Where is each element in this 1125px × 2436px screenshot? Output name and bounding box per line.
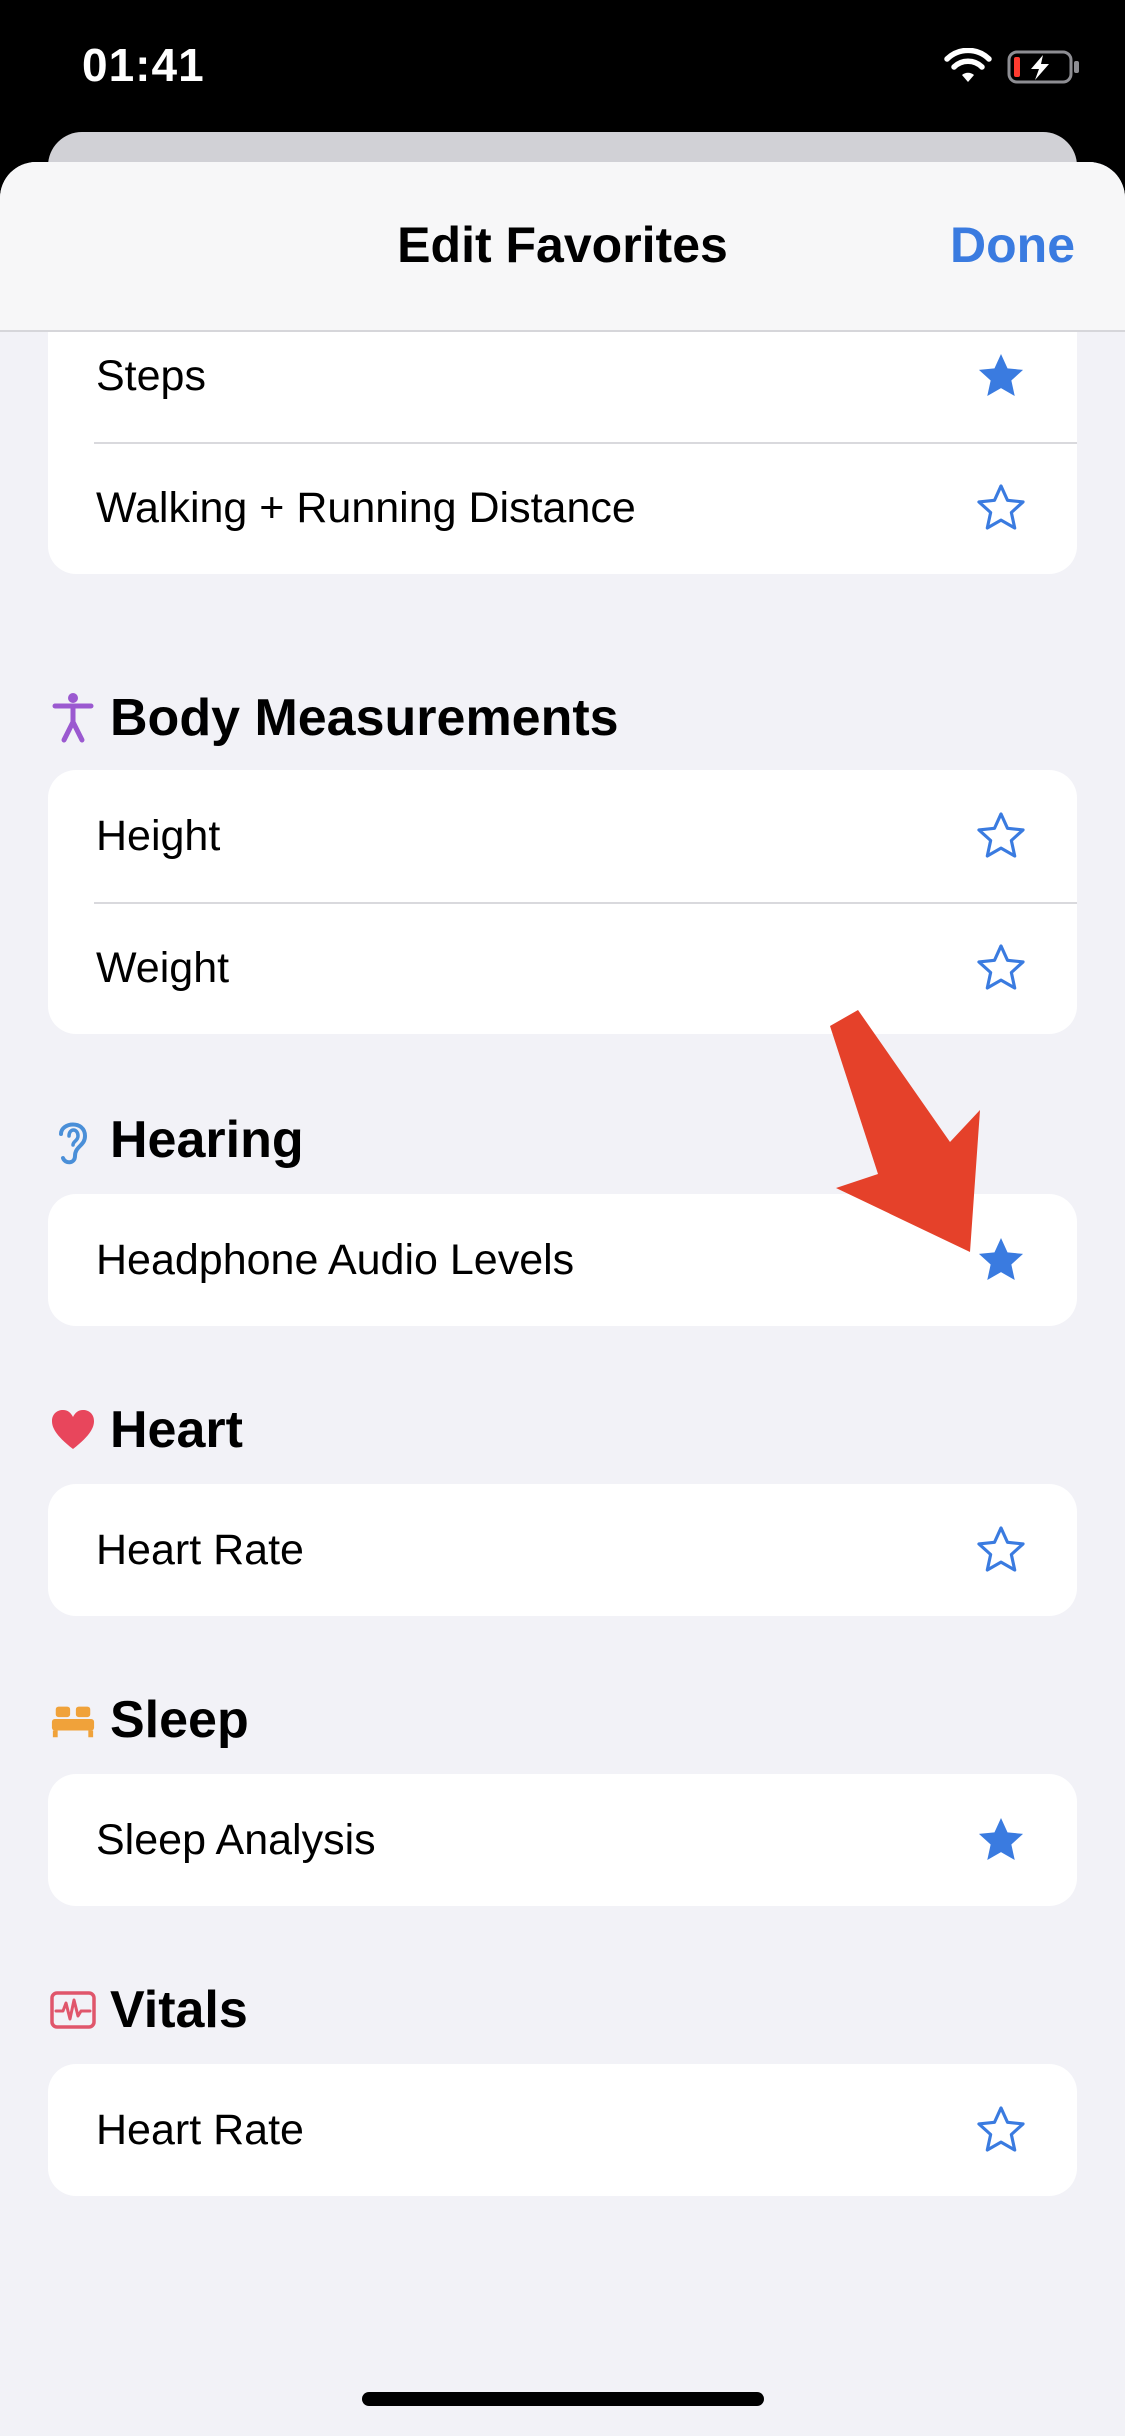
star-outline-icon[interactable]	[973, 480, 1029, 536]
done-button[interactable]: Done	[950, 216, 1075, 274]
section-title: Hearing	[110, 1111, 304, 1169]
star-filled-icon[interactable]	[973, 348, 1029, 404]
figure-icon	[50, 691, 96, 745]
favorites-list[interactable]: Steps Walking + Running Distance Body Me…	[0, 162, 1125, 2436]
heart-icon	[50, 1403, 96, 1457]
edit-favorites-sheet: Edit Favorites Done Steps Walking + Runn…	[0, 162, 1125, 2436]
heart-card: Heart Rate	[48, 1484, 1077, 1616]
section-header-sleep: Sleep	[50, 1690, 249, 1750]
annotation-arrow-icon	[800, 1010, 1000, 1260]
ear-icon	[50, 1113, 96, 1167]
favorite-row-heart-rate[interactable]: Heart Rate	[48, 1484, 1077, 1616]
favorite-row-sleep-analysis[interactable]: Sleep Analysis	[48, 1774, 1077, 1906]
row-label: Weight	[96, 943, 230, 992]
row-label: Heart Rate	[96, 2105, 304, 2154]
row-label: Walking + Running Distance	[96, 483, 636, 532]
section-header-heart: Heart	[50, 1400, 243, 1460]
star-outline-icon[interactable]	[973, 808, 1029, 864]
star-filled-icon[interactable]	[973, 1812, 1029, 1868]
bed-icon	[50, 1693, 96, 1747]
body-measurements-card: Height Weight	[48, 770, 1077, 1034]
section-title: Vitals	[110, 1981, 248, 2039]
row-label: Heart Rate	[96, 1525, 304, 1574]
vitals-card: Heart Rate	[48, 2064, 1077, 2196]
section-header-vitals: Vitals	[50, 1980, 248, 2040]
status-bar: 01:41	[0, 0, 1125, 150]
row-label: Steps	[96, 351, 206, 400]
activity-card: Steps Walking + Running Distance	[48, 302, 1077, 574]
row-label: Sleep Analysis	[96, 1815, 376, 1864]
star-outline-icon[interactable]	[973, 940, 1029, 996]
favorite-row-vitals-heart-rate[interactable]: Heart Rate	[48, 2064, 1077, 2196]
status-icons	[943, 47, 1081, 91]
home-indicator[interactable]	[362, 2392, 764, 2406]
navigation-bar: Edit Favorites Done	[0, 162, 1125, 332]
sleep-card: Sleep Analysis	[48, 1774, 1077, 1906]
favorite-row-walking-running-distance[interactable]: Walking + Running Distance	[48, 442, 1077, 574]
row-label: Height	[96, 811, 221, 860]
favorite-row-height[interactable]: Height	[48, 770, 1077, 902]
star-outline-icon[interactable]	[973, 1522, 1029, 1578]
section-title: Body Measurements	[110, 689, 619, 747]
vitals-icon	[50, 1983, 96, 2037]
section-header-hearing: Hearing	[50, 1110, 304, 1170]
wifi-icon	[943, 47, 993, 91]
section-title: Sleep	[110, 1691, 249, 1749]
status-time: 01:41	[82, 39, 205, 91]
section-title: Heart	[110, 1401, 243, 1459]
section-header-body-measurements: Body Measurements	[50, 688, 619, 748]
battery-charging-icon	[1007, 49, 1081, 90]
star-outline-icon[interactable]	[973, 2102, 1029, 2158]
